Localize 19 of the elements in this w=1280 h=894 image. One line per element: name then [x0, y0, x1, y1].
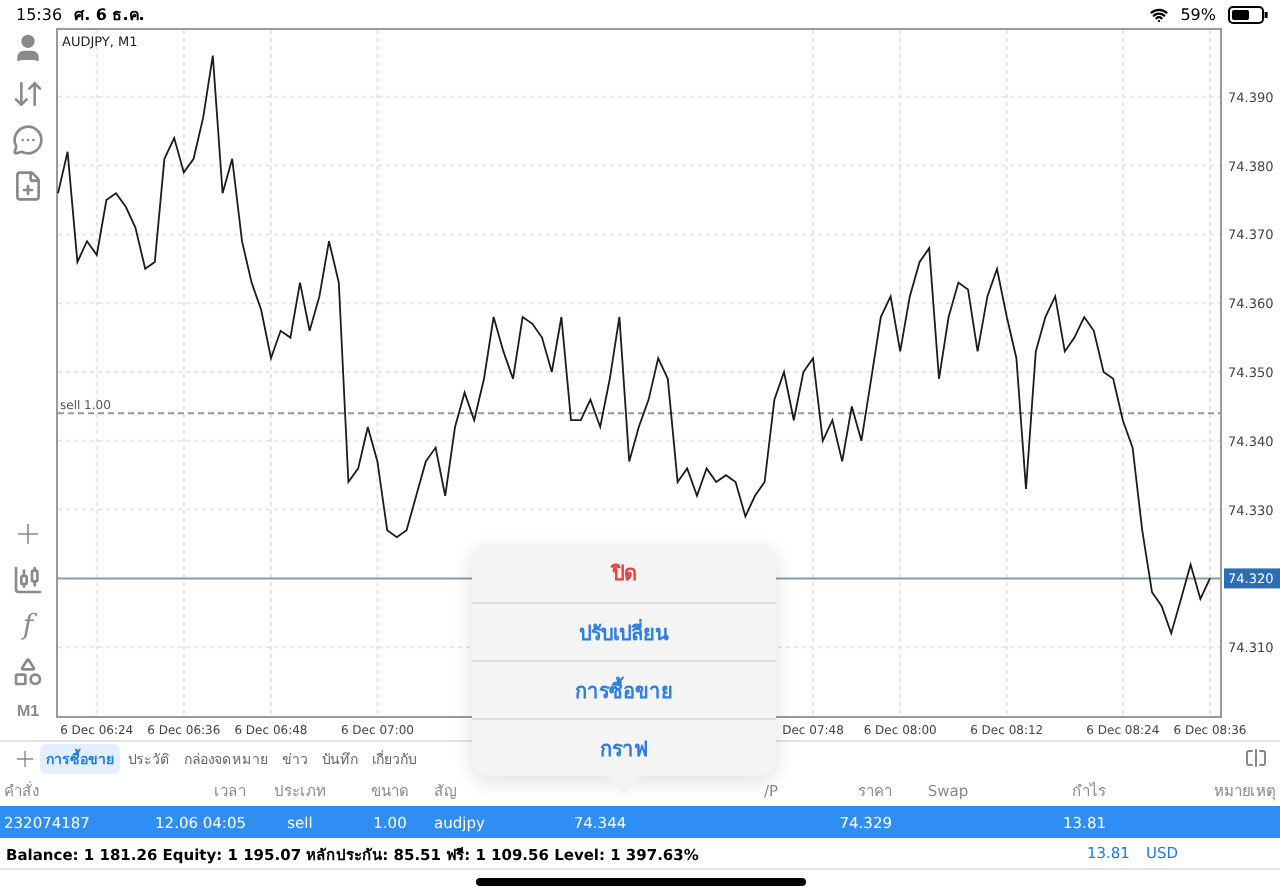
menu-item[interactable]: ปิด [472, 544, 776, 602]
battery-percent: 59% [1180, 5, 1216, 23]
trade-arrows-icon[interactable] [12, 78, 44, 110]
new-document-icon[interactable] [12, 170, 44, 202]
shapes-icon[interactable] [12, 656, 44, 688]
account-icon[interactable] [12, 32, 44, 64]
add-icon[interactable] [12, 745, 38, 771]
crosshair-icon[interactable] [12, 518, 44, 550]
clock-time: 15:36 [16, 5, 63, 23]
menu-item[interactable]: ปรับเปลี่ยน [472, 602, 776, 660]
indicator-icon[interactable]: f [22, 610, 34, 642]
timeframe-button[interactable]: M1 [16, 702, 40, 720]
status-date: ศ. 6 ธ.ค. [74, 3, 145, 27]
layout-icon[interactable] [1244, 746, 1268, 770]
wifi-icon [1150, 5, 1169, 23]
chat-icon[interactable] [12, 124, 44, 156]
menu-item[interactable]: การซื้อขาย [472, 660, 776, 718]
battery-icon [1228, 5, 1268, 23]
candlestick-icon[interactable] [12, 564, 44, 596]
